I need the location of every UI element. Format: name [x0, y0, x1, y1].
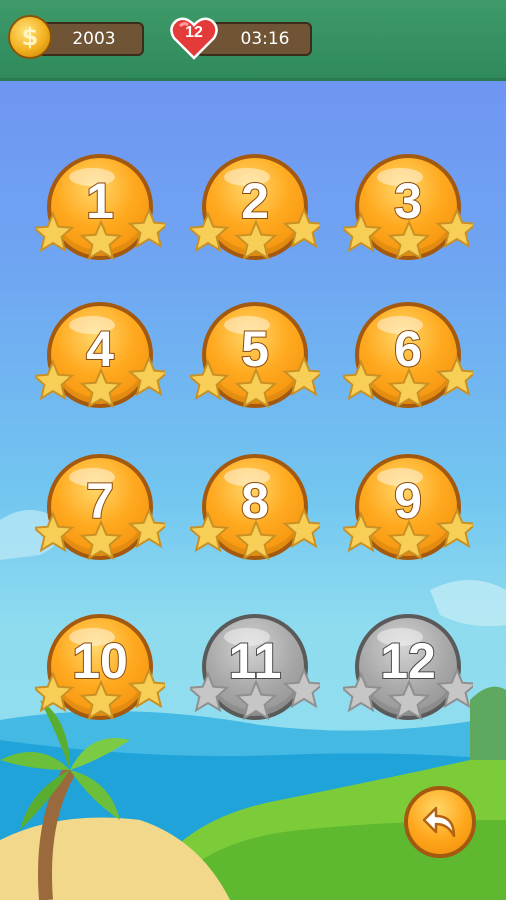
- level-stars: [190, 356, 320, 409]
- star-icon: [282, 668, 320, 709]
- star-icon: [435, 508, 473, 549]
- star-icon: [190, 359, 230, 401]
- level-button-11[interactable]: 11: [190, 612, 320, 742]
- star-icon: [79, 519, 123, 561]
- star-icon: [234, 219, 278, 261]
- star-icon: [282, 356, 320, 397]
- back-arrow-icon: [422, 806, 456, 838]
- level-stars: [190, 208, 320, 261]
- background-scene: [0, 510, 506, 900]
- star-icon: [343, 671, 383, 713]
- star-icon: [343, 511, 383, 553]
- level-stars: [190, 668, 320, 721]
- level-button-1[interactable]: 1: [35, 152, 165, 282]
- level-stars: [343, 208, 473, 261]
- level-stars: [190, 508, 320, 561]
- level-button-4[interactable]: 4: [35, 300, 165, 430]
- star-icon: [234, 519, 278, 561]
- level-button-9[interactable]: 9: [343, 452, 473, 582]
- star-icon: [127, 208, 165, 249]
- star-icon: [35, 671, 75, 713]
- level-button-3[interactable]: 3: [343, 152, 473, 282]
- star-icon: [127, 668, 165, 709]
- star-icon: [387, 219, 431, 261]
- star-icon: [387, 679, 431, 721]
- back-button[interactable]: [404, 786, 476, 858]
- star-icon: [387, 367, 431, 409]
- star-icon: [387, 519, 431, 561]
- level-stars: [35, 668, 165, 721]
- star-icon: [35, 511, 75, 553]
- star-icon: [35, 211, 75, 253]
- star-icon: [435, 208, 473, 249]
- star-icon: [282, 208, 320, 249]
- level-stars: [35, 208, 165, 261]
- level-stars: [35, 356, 165, 409]
- star-icon: [234, 679, 278, 721]
- level-stars: [35, 508, 165, 561]
- star-icon: [190, 211, 230, 253]
- level-stars: [343, 508, 473, 561]
- star-icon: [79, 679, 123, 721]
- level-button-7[interactable]: 7: [35, 452, 165, 582]
- star-icon: [343, 211, 383, 253]
- star-icon: [435, 668, 473, 709]
- star-icon: [127, 508, 165, 549]
- star-icon: [35, 359, 75, 401]
- star-icon: [79, 367, 123, 409]
- star-icon: [435, 356, 473, 397]
- level-button-2[interactable]: 2: [190, 152, 320, 282]
- star-icon: [79, 219, 123, 261]
- level-button-10[interactable]: 10: [35, 612, 165, 742]
- lives-count: 12: [185, 24, 203, 41]
- level-button-6[interactable]: 6: [343, 300, 473, 430]
- star-icon: [234, 367, 278, 409]
- level-stars: [343, 668, 473, 721]
- star-icon: [343, 359, 383, 401]
- level-button-8[interactable]: 8: [190, 452, 320, 582]
- level-button-5[interactable]: 5: [190, 300, 320, 430]
- level-stars: [343, 356, 473, 409]
- star-icon: [282, 508, 320, 549]
- star-icon: [190, 511, 230, 553]
- coin-count: 2003: [72, 29, 116, 49]
- star-icon: [127, 356, 165, 397]
- level-button-12[interactable]: 12: [343, 612, 473, 742]
- star-icon: [190, 671, 230, 713]
- timer-text: 03:16: [240, 29, 290, 49]
- coin-icon: $: [8, 15, 52, 59]
